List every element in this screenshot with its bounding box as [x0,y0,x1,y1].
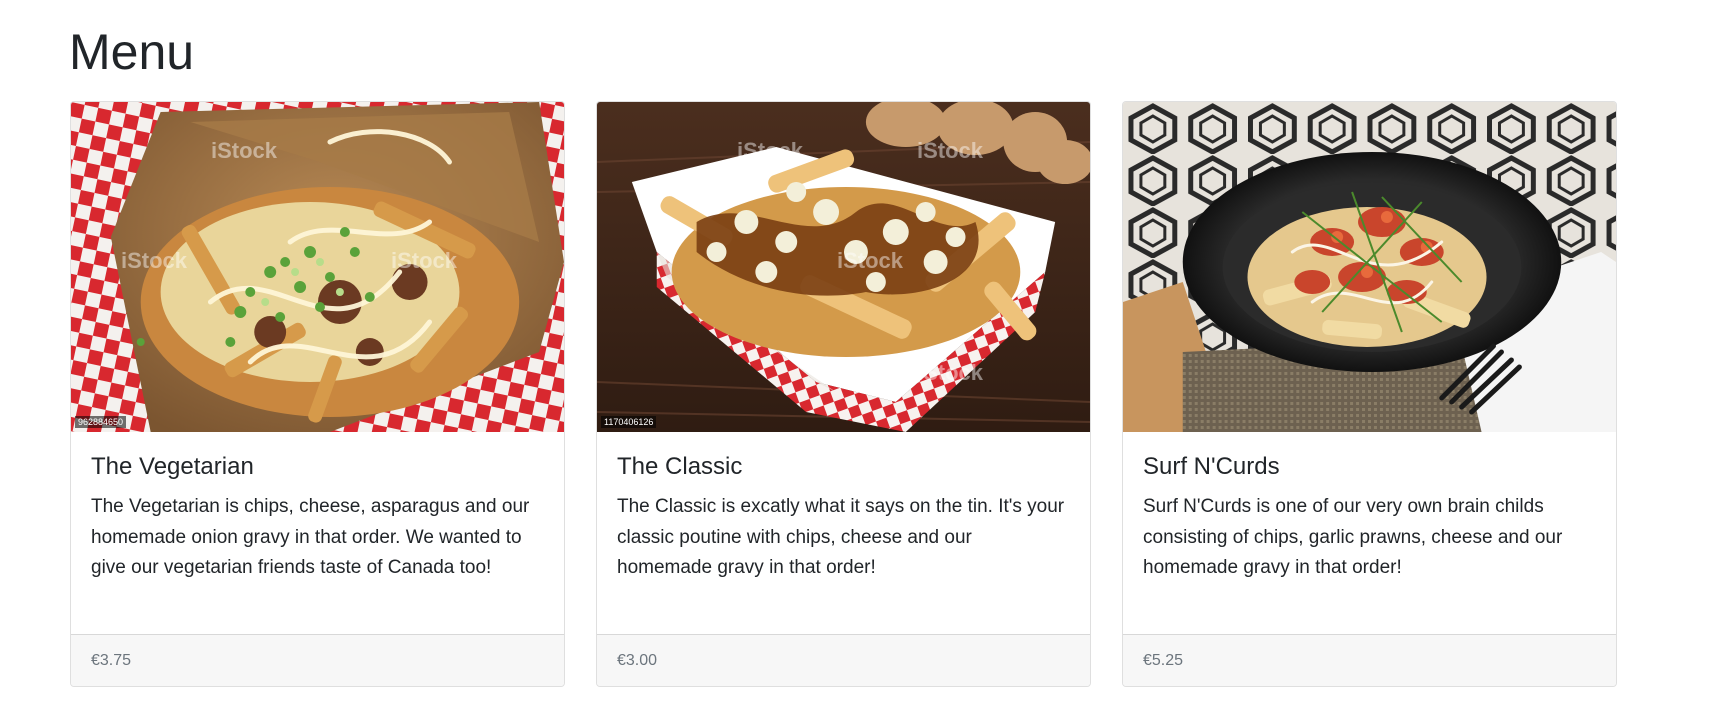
card-title: Surf N'Curds [1143,453,1280,480]
price-label: €3.00 [617,651,658,669]
watermark-text: iStock [737,138,804,163]
card-footer: €3.00 [597,634,1090,686]
price-label: €3.75 [91,651,132,669]
classic-image: iStock iStock iStock iStock 1170406126 [597,102,1090,432]
card-description: The Classic is excatly what it says on t… [617,496,1065,578]
price-label: €5.25 [1143,651,1184,669]
surf-n-curds-image [1123,102,1616,432]
watermark-text: iStock [211,138,278,163]
surf-n-curds-photo [1123,102,1616,432]
vegetarian-image: iStock iStock iStock 962884650 [71,102,564,432]
card-title: The Vegetarian [91,453,254,480]
watermark-text: iStock [121,248,188,273]
card-description: The Vegetarian is chips, cheese, asparag… [91,496,530,578]
page-title: Menu [69,24,195,80]
image-stock-id: 1170406126 [601,416,657,428]
card-body: Surf N'Curds Surf N'Curds is one of our … [1123,432,1616,634]
card-footer: €5.25 [1123,634,1616,686]
menu-page: Menu iStock iStock iStock 962884650 The … [0,0,1722,703]
card-footer: €3.75 [71,634,564,686]
watermark-text: iStock [391,248,458,273]
menu-card-classic: iStock iStock iStock iStock 1170406126 T… [596,101,1091,687]
menu-card-list: iStock iStock iStock 962884650 The Veget… [70,101,1617,687]
watermark-text: iStock [917,138,984,163]
card-body: The Vegetarian The Vegetarian is chips, … [71,432,564,634]
card-body: The Classic The Classic is excatly what … [597,432,1090,634]
card-description: Surf N'Curds is one of our very own brai… [1143,496,1563,578]
menu-card-vegetarian: iStock iStock iStock 962884650 The Veget… [70,101,565,687]
card-title: The Classic [617,453,743,480]
menu-card-surf-n-curds: Surf N'Curds Surf N'Curds is one of our … [1122,101,1617,687]
watermark-text: iStock [837,248,904,273]
image-stock-id: 962884650 [75,416,127,428]
watermark-text: iStock [917,360,984,385]
